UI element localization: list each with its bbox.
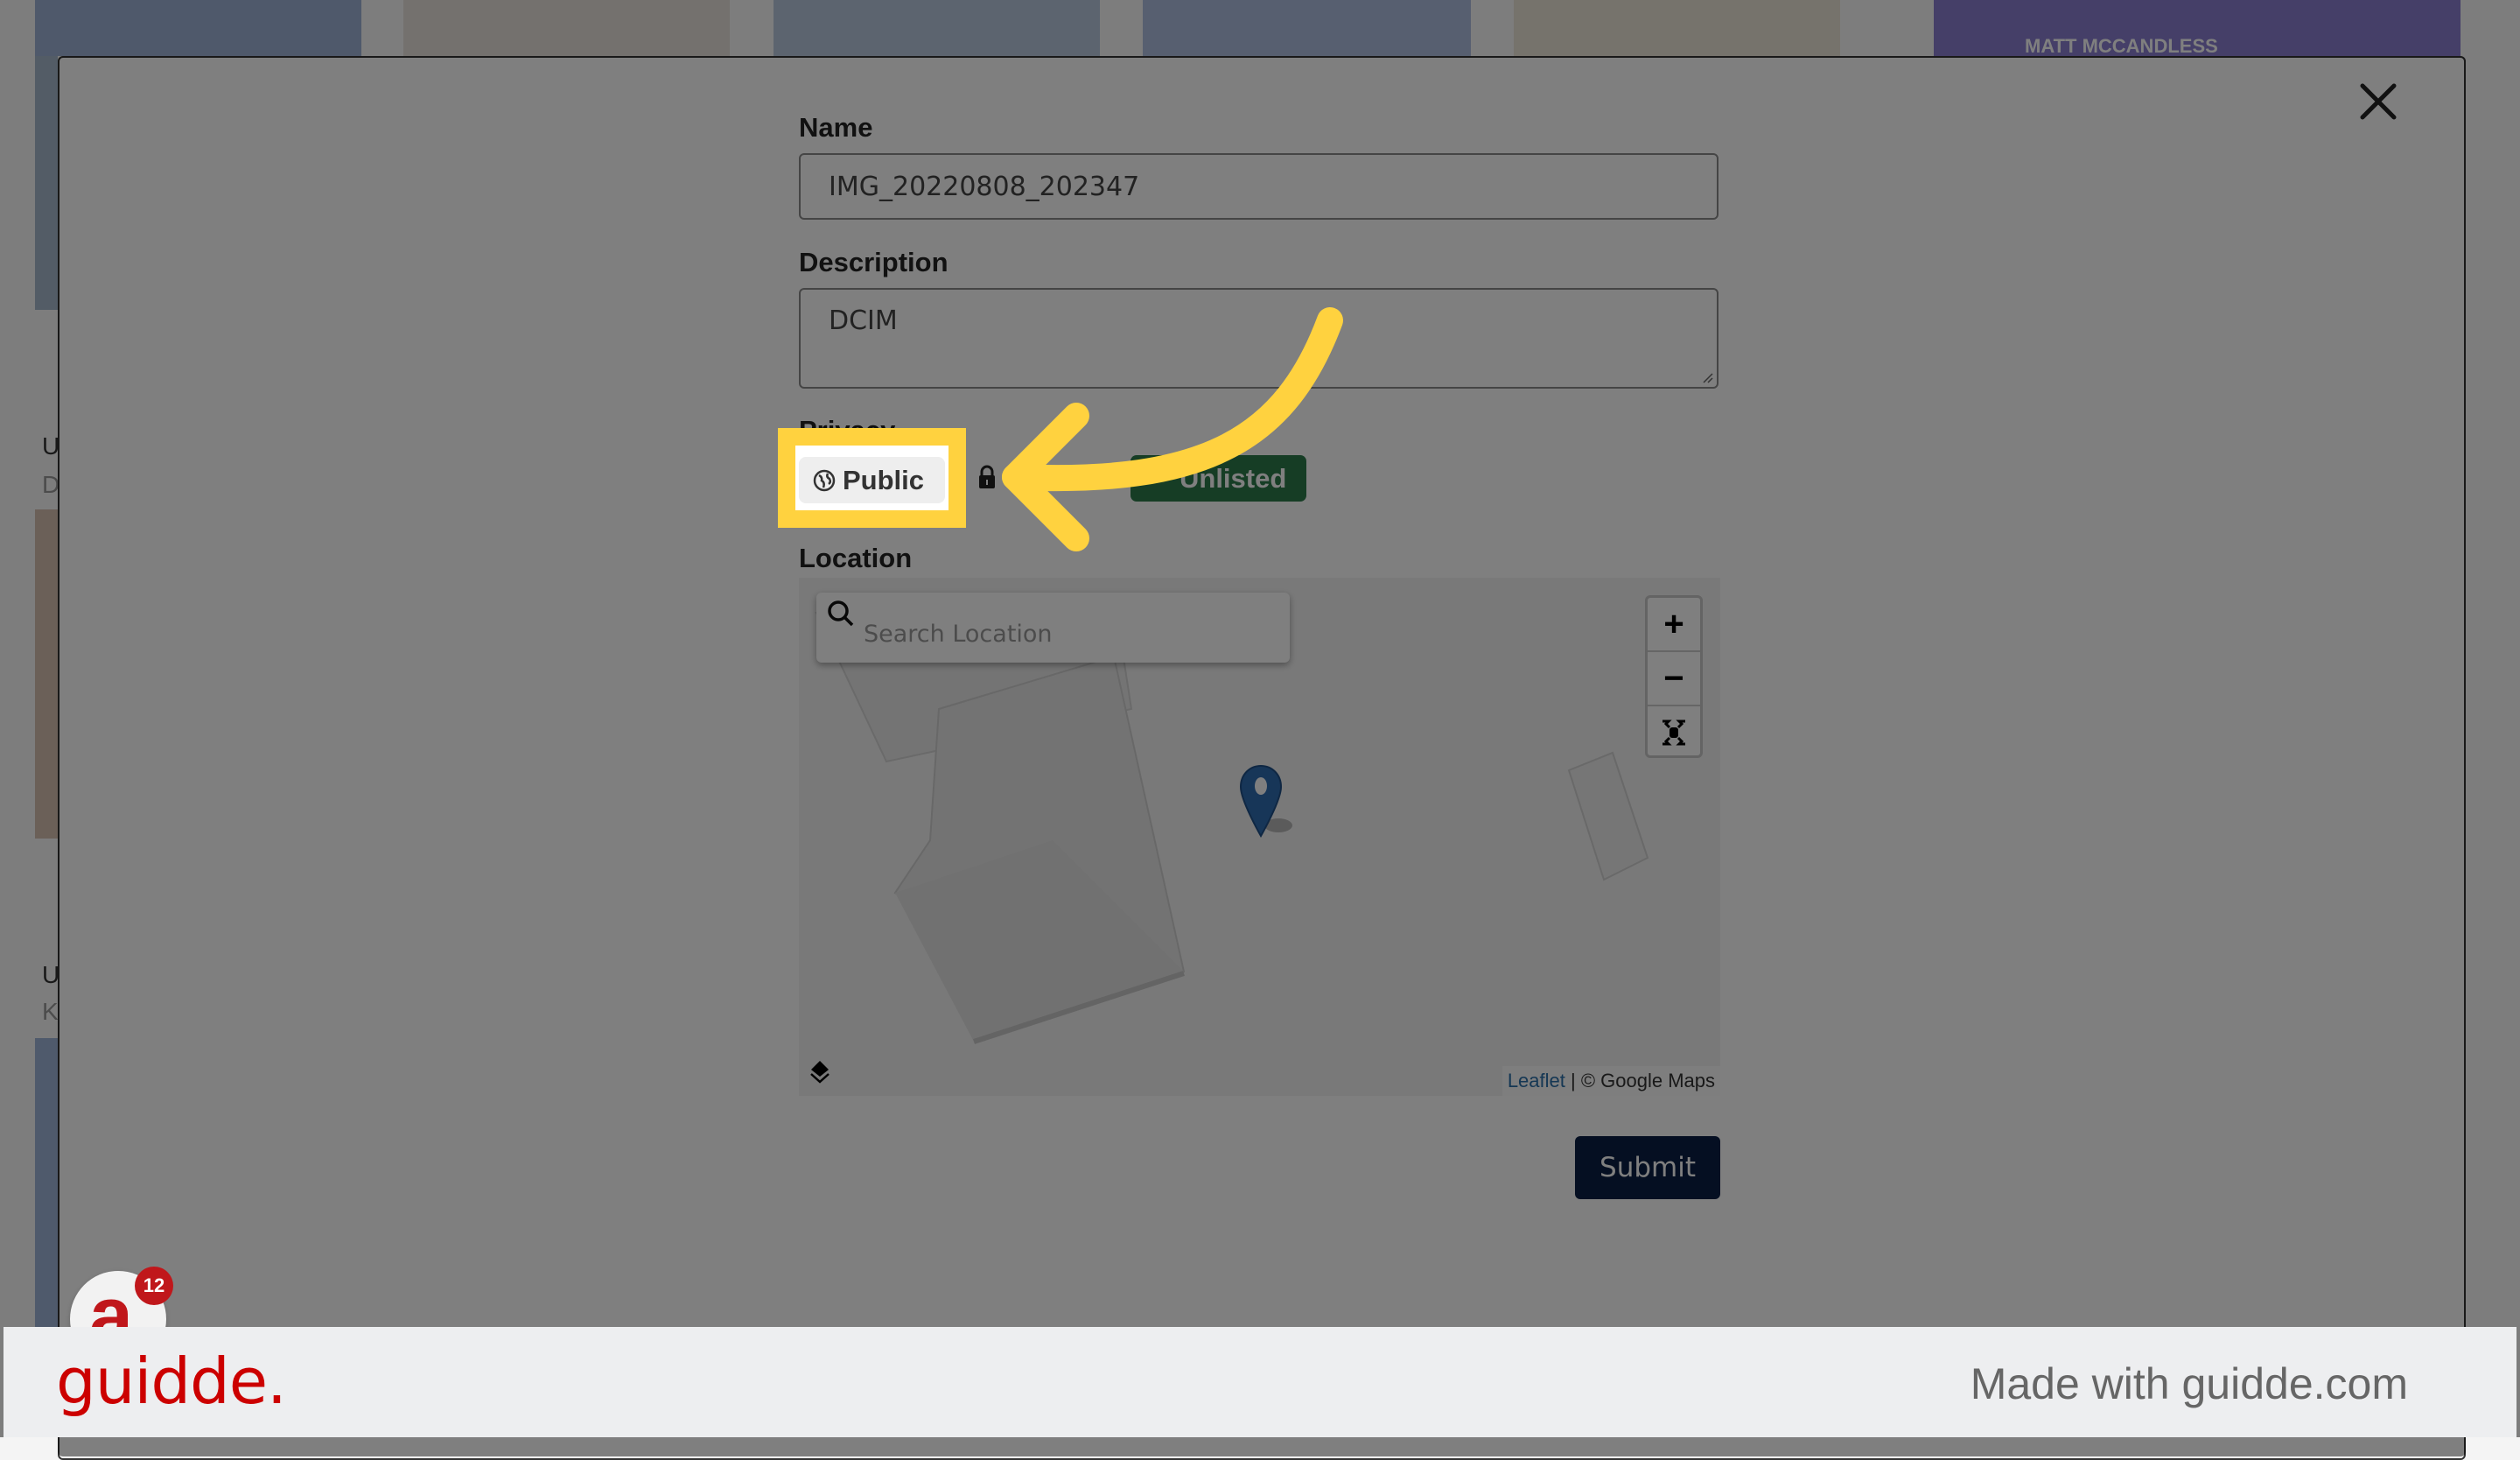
location-marker-icon[interactable]	[1239, 764, 1300, 843]
attribution-text: | © Google Maps	[1564, 1070, 1715, 1091]
guidde-logo: guidde.	[56, 1344, 287, 1418]
fullscreen-button[interactable]	[1648, 706, 1700, 759]
description-value: DCIM	[829, 305, 898, 336]
name-label: Name	[799, 112, 873, 143]
fullscreen-icon	[1662, 719, 1685, 746]
privacy-unlisted-label: Unlisted	[1180, 462, 1287, 494]
layers-icon[interactable]	[808, 1059, 832, 1085]
lock-icon[interactable]	[976, 464, 998, 490]
search-icon	[828, 600, 854, 627]
made-with-text: Made with guidde.com	[1970, 1359, 2408, 1408]
zoom-out-button[interactable]: −	[1648, 652, 1700, 706]
map-zoom-control: + −	[1645, 595, 1703, 758]
zoom-in-button[interactable]: +	[1648, 598, 1700, 652]
resize-grip-icon[interactable]	[1701, 371, 1713, 383]
location-map[interactable]: + − Leaflet | © Google Maps	[799, 578, 1720, 1096]
submit-button[interactable]: Submit	[1575, 1136, 1720, 1199]
location-label: Location	[799, 543, 913, 573]
description-textarea[interactable]: DCIM	[799, 288, 1718, 389]
notification-badge: 12	[135, 1267, 173, 1305]
leaflet-link[interactable]: Leaflet	[1508, 1070, 1565, 1091]
location-search-box[interactable]	[816, 593, 1290, 663]
close-icon	[2360, 83, 2397, 120]
guidde-footer: guidde. Made with guidde.com	[4, 1327, 2516, 1437]
highlight-box	[778, 428, 966, 528]
location-search-input[interactable]	[862, 614, 1277, 654]
privacy-unlisted-button[interactable]: Unlisted	[1130, 455, 1306, 502]
close-button[interactable]	[2354, 77, 2403, 126]
map-attribution: Leaflet | © Google Maps	[1502, 1066, 1720, 1096]
name-input[interactable]	[799, 153, 1718, 220]
description-label: Description	[799, 247, 948, 277]
